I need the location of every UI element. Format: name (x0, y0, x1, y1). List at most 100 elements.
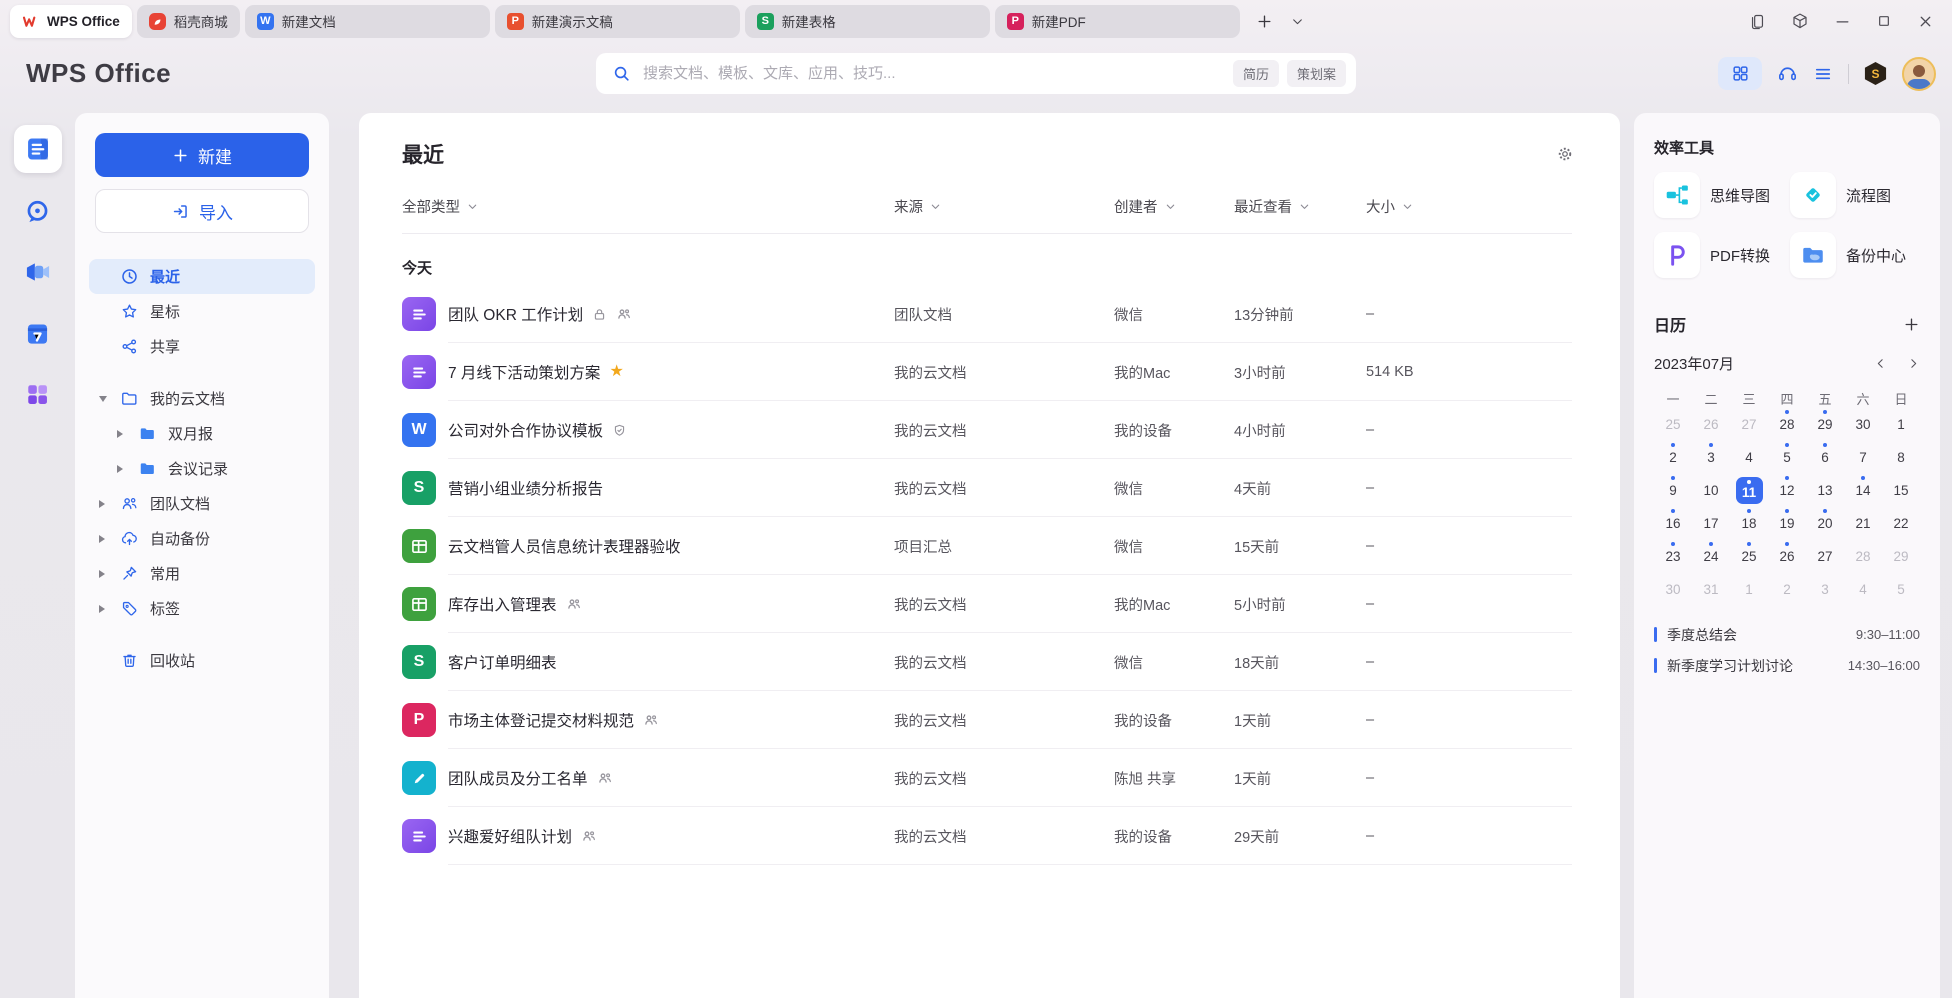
file-row[interactable]: S营销小组业绩分析报告我的云文档微信4天前– (402, 459, 1572, 517)
tab-slides[interactable]: P新建演示文稿 (495, 5, 740, 38)
calendar-event[interactable]: 新季度学习计划讨论14:30–16:00 (1654, 650, 1920, 681)
sidebar-item-常用[interactable]: 常用 (89, 556, 315, 591)
calendar-day[interactable]: 27 (1806, 540, 1844, 573)
caret-down-icon[interactable] (99, 396, 119, 402)
calendar-day[interactable]: 21 (1844, 507, 1882, 540)
calendar-day[interactable]: 10 (1692, 474, 1730, 507)
calendar-day[interactable]: 25 (1654, 408, 1692, 441)
tool-backup[interactable]: 备份中心 (1790, 232, 1920, 278)
caret-right-icon[interactable] (99, 535, 119, 543)
file-row[interactable]: P市场主体登记提交材料规范我的云文档我的设备1天前– (402, 691, 1572, 749)
calendar-day[interactable]: 29 (1806, 408, 1844, 441)
file-row[interactable]: S客户订单明细表我的云文档微信18天前– (402, 633, 1572, 691)
calendar-day[interactable]: 4 (1730, 441, 1768, 474)
membership-badge[interactable]: S (1864, 62, 1887, 85)
tool-mindmap[interactable]: 思维导图 (1654, 172, 1784, 218)
dock-meeting[interactable] (10, 244, 66, 300)
calendar-add-event-button[interactable] (1903, 316, 1920, 333)
user-avatar[interactable] (1902, 57, 1936, 91)
dock-documents[interactable] (14, 125, 62, 173)
calendar-day[interactable]: 9 (1654, 474, 1692, 507)
calendar-day[interactable]: 4 (1844, 573, 1882, 606)
customer-service-button[interactable] (1777, 63, 1798, 84)
calendar-day[interactable]: 26 (1692, 408, 1730, 441)
calendar-day[interactable]: 12 (1768, 474, 1806, 507)
minimize-button[interactable] (1834, 13, 1851, 30)
calendar-day[interactable]: 28 (1844, 540, 1882, 573)
calendar-next-button[interactable] (1907, 357, 1920, 370)
sidebar-item-会议记录[interactable]: 会议记录 (89, 451, 315, 486)
calendar-day[interactable]: 28 (1768, 408, 1806, 441)
calendar-day[interactable]: 30 (1654, 573, 1692, 606)
settings-gear-button[interactable] (1556, 145, 1574, 163)
calendar-day[interactable]: 20 (1806, 507, 1844, 540)
file-row[interactable]: 团队成员及分工名单我的云文档陈旭 共享1天前– (402, 749, 1572, 807)
file-row[interactable]: 兴趣爱好组队计划我的云文档我的设备29天前– (402, 807, 1572, 865)
new-document-button[interactable]: 新建 (95, 133, 309, 177)
global-search-bar[interactable]: 简历 策划案 (596, 53, 1356, 94)
sidebar-item-星标[interactable]: 星标 (89, 294, 315, 329)
file-row[interactable]: 库存出入管理表我的云文档我的Mac5小时前– (402, 575, 1572, 633)
calendar-day[interactable]: 25 (1730, 540, 1768, 573)
close-button[interactable] (1917, 13, 1934, 30)
caret-right-icon[interactable] (99, 605, 119, 613)
sidebar-item-标签[interactable]: 标签 (89, 591, 315, 626)
search-input[interactable] (641, 64, 1225, 83)
tool-flowchart[interactable]: 流程图 (1790, 172, 1920, 218)
dock-apps[interactable] (10, 366, 66, 422)
calendar-prev-button[interactable] (1874, 357, 1887, 370)
sidebar-item-我的云文档[interactable]: 我的云文档 (89, 381, 315, 416)
tabs-overview-button[interactable] (1749, 13, 1766, 30)
caret-right-icon[interactable] (117, 465, 137, 473)
calendar-day[interactable]: 5 (1882, 573, 1920, 606)
sidebar-item-回收站[interactable]: 回收站 (89, 643, 315, 678)
tab-docer[interactable]: 稻壳商城 (137, 5, 240, 38)
calendar-day[interactable]: 2 (1768, 573, 1806, 606)
calendar-day[interactable]: 8 (1882, 441, 1920, 474)
maximize-button[interactable] (1876, 13, 1892, 29)
file-row[interactable]: 云文档管人员信息统计表理器验收项目汇总微信15天前– (402, 517, 1572, 575)
tool-pdf-convert[interactable]: PDF转换 (1654, 232, 1784, 278)
calendar-day[interactable]: 3 (1806, 573, 1844, 606)
calendar-day[interactable]: 27 (1730, 408, 1768, 441)
calendar-day[interactable]: 29 (1882, 540, 1920, 573)
search-tag-resume[interactable]: 简历 (1233, 60, 1279, 87)
calendar-day[interactable]: 26 (1768, 540, 1806, 573)
tab-wps-logo[interactable]: WPS Office (10, 5, 132, 38)
dock-chat[interactable] (10, 183, 66, 239)
calendar-day[interactable]: 23 (1654, 540, 1692, 573)
calendar-day[interactable]: 22 (1882, 507, 1920, 540)
file-row[interactable]: W公司对外合作协议模板我的云文档我的设备4小时前– (402, 401, 1572, 459)
new-tab-button[interactable] (1256, 13, 1273, 30)
tab-pdf-tab[interactable]: P新建PDF (995, 5, 1240, 38)
sidebar-item-双月报[interactable]: 双月报 (89, 416, 315, 451)
apps-grid-button[interactable] (1718, 57, 1762, 90)
calendar-day[interactable]: 1 (1882, 408, 1920, 441)
caret-right-icon[interactable] (99, 570, 119, 578)
app-center-button[interactable] (1791, 12, 1809, 30)
calendar-day[interactable]: 1 (1730, 573, 1768, 606)
import-button[interactable]: 导入 (95, 189, 309, 233)
calendar-day[interactable]: 5 (1768, 441, 1806, 474)
calendar-day-selected[interactable]: 11 (1730, 474, 1768, 507)
filter-来源[interactable]: 来源 (894, 196, 1114, 217)
calendar-day[interactable]: 13 (1806, 474, 1844, 507)
calendar-day[interactable]: 2 (1654, 441, 1692, 474)
search-tag-plan[interactable]: 策划案 (1287, 60, 1346, 87)
calendar-day[interactable]: 17 (1692, 507, 1730, 540)
calendar-event[interactable]: 季度总结会9:30–11:00 (1654, 619, 1920, 650)
file-row[interactable]: 7 月线下活动策划方案★我的云文档我的Mac3小时前514 KB (402, 343, 1572, 401)
file-row[interactable]: 团队 OKR 工作计划团队文档微信13分钟前– (402, 285, 1572, 343)
calendar-day[interactable]: 7 (1844, 441, 1882, 474)
filter-全部类型[interactable]: 全部类型 (402, 196, 894, 217)
filter-创建者[interactable]: 创建者 (1114, 196, 1234, 217)
calendar-day[interactable]: 19 (1768, 507, 1806, 540)
tab-sheet-tab[interactable]: S新建表格 (745, 5, 990, 38)
sidebar-item-团队文档[interactable]: 团队文档 (89, 486, 315, 521)
calendar-day[interactable]: 30 (1844, 408, 1882, 441)
calendar-day[interactable]: 3 (1692, 441, 1730, 474)
calendar-day[interactable]: 15 (1882, 474, 1920, 507)
caret-right-icon[interactable] (117, 430, 137, 438)
main-menu-button[interactable] (1813, 64, 1833, 84)
calendar-day[interactable]: 24 (1692, 540, 1730, 573)
